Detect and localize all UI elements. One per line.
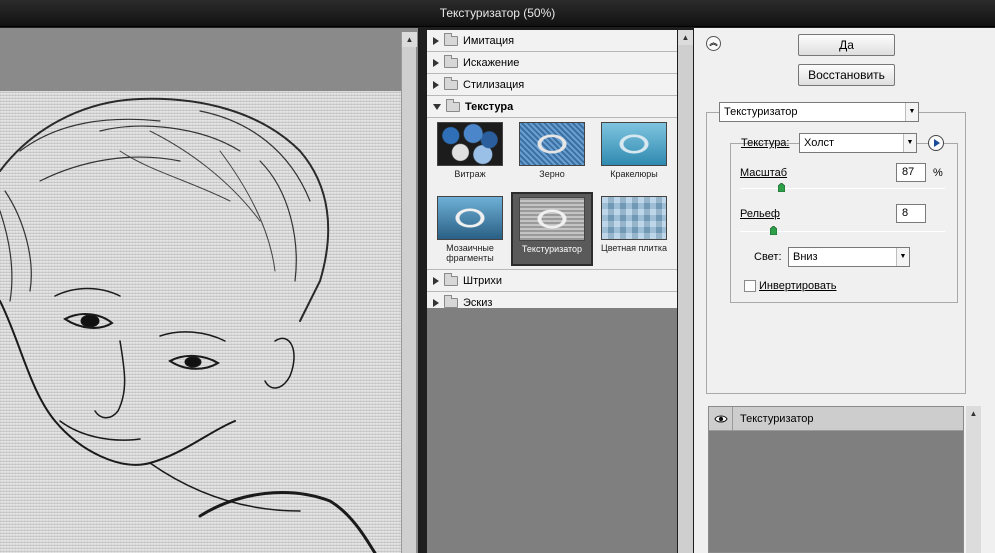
scale-input[interactable]: 87: [896, 163, 926, 182]
invert-label-text: Инвертировать: [759, 280, 837, 292]
thumb-mosaic-tiles[interactable]: Мозаичные фрагменты: [429, 196, 511, 266]
scroll-up-icon[interactable]: ▲: [402, 32, 417, 47]
texture-select-value: Холст: [804, 137, 835, 149]
folder-icon: [444, 32, 458, 46]
chevron-down-icon: ▼: [903, 134, 916, 152]
preview-pane[interactable]: ▲: [0, 28, 418, 553]
scale-slider-thumb[interactable]: [778, 183, 785, 192]
thumb-stained-glass[interactable]: Витраж: [429, 122, 511, 192]
category-label: Искажение: [463, 56, 520, 69]
craquelure-thumbnail: [601, 122, 667, 166]
thumb-label: Цветная плитка: [601, 243, 667, 253]
preview-image[interactable]: [0, 91, 401, 553]
category-distortion[interactable]: Искажение: [427, 52, 677, 74]
light-select-value: Вниз: [793, 251, 818, 263]
expand-triangle-icon: [433, 80, 439, 89]
category-label: Эскиз: [463, 296, 493, 309]
filter-gallery: Имитация Искажение Стилизация Текстура В…: [427, 28, 693, 553]
texturizer-thumbnail: [519, 197, 585, 241]
texture-select[interactable]: Холст ▼: [799, 133, 917, 153]
expand-triangle-icon: [433, 58, 439, 67]
thumb-label: Мозаичные фрагменты: [446, 243, 494, 263]
category-imitation[interactable]: Имитация: [427, 30, 677, 52]
gallery-scrollbar[interactable]: ▲: [678, 30, 693, 553]
category-label: Штрихи: [463, 274, 503, 287]
effect-layer-name: Текстуризатор: [740, 413, 814, 425]
texture-label: Текстура:: [741, 137, 790, 149]
effect-layers-panel: Текстуризатор: [708, 406, 964, 553]
texture-thumbnails: Витраж Зерно Кракелюры Мозаичные фрагмен…: [427, 118, 677, 270]
reset-button[interactable]: Восстановить: [798, 64, 895, 86]
invert-label: Инвертировать: [759, 280, 836, 292]
texture-menu-icon[interactable]: [928, 135, 944, 151]
relief-label: Рельеф: [740, 208, 780, 220]
scale-slider-track[interactable]: [740, 188, 945, 189]
relief-slider-thumb[interactable]: [769, 226, 777, 235]
chevron-down-icon: ▼: [905, 103, 918, 121]
expand-triangle-icon: [433, 298, 439, 307]
category-texture[interactable]: Текстура: [427, 96, 677, 118]
visibility-eye-icon: [713, 415, 728, 423]
grain-thumbnail: [519, 122, 585, 166]
folder-icon: [444, 272, 458, 286]
scale-unit: %: [933, 167, 943, 179]
expand-triangle-icon: [433, 36, 439, 45]
sketch-portrait: [0, 97, 377, 553]
thumb-label: Текстуризатор: [521, 244, 583, 254]
expand-triangle-icon: [433, 276, 439, 285]
folder-icon: [444, 76, 458, 90]
thumb-grain[interactable]: Зерно: [511, 122, 593, 192]
light-select[interactable]: Вниз ▼: [788, 247, 910, 267]
chevron-down-icon: ▼: [896, 248, 909, 266]
scroll-up-icon[interactable]: ▲: [678, 30, 693, 45]
collapse-triangle-icon: [433, 103, 441, 110]
category-label: Стилизация: [463, 78, 525, 91]
thumb-label: Кракелюры: [610, 169, 658, 179]
collapse-gallery-icon[interactable]: ︽: [706, 36, 721, 51]
folder-icon: [444, 54, 458, 68]
category-label: Текстура: [465, 100, 514, 113]
category-stylize[interactable]: Стилизация: [427, 74, 677, 96]
settings-panel: ︽ Да Восстановить Текстуризатор ▼ Тексту…: [694, 28, 995, 553]
gallery-empty-area: [427, 308, 677, 553]
window-title: Текстуризатор (50%): [0, 0, 995, 27]
patchwork-thumbnail: [601, 196, 667, 240]
scroll-up-icon[interactable]: ▲: [966, 406, 981, 421]
texture-label-text: Текстура:: [741, 137, 790, 149]
filter-select[interactable]: Текстуризатор ▼: [719, 102, 919, 122]
eye-icon[interactable]: [709, 407, 733, 430]
light-label: Свет:: [754, 251, 782, 263]
layers-scrollbar[interactable]: ▲: [966, 406, 981, 553]
thumb-label: Зерно: [539, 169, 565, 179]
effect-layer-row[interactable]: Текстуризатор: [709, 407, 963, 431]
thumb-patchwork[interactable]: Цветная плитка: [593, 196, 675, 266]
preview-scrollbar[interactable]: ▲: [401, 32, 417, 553]
folder-icon: [446, 98, 460, 112]
mosaic-tiles-thumbnail: [437, 196, 503, 240]
category-label: Имитация: [463, 34, 515, 47]
folder-icon: [444, 294, 458, 308]
thumb-craquelure[interactable]: Кракелюры: [593, 122, 675, 192]
thumb-label: Витраж: [454, 169, 486, 179]
relief-input[interactable]: 8: [896, 204, 926, 223]
thumb-texturizer[interactable]: Текстуризатор: [511, 192, 593, 266]
scale-label: Масштаб: [740, 167, 788, 179]
invert-checkbox[interactable]: [744, 280, 756, 292]
filter-list: Имитация Искажение Стилизация Текстура В…: [427, 30, 677, 553]
stained-glass-thumbnail: [437, 122, 503, 166]
filter-select-value: Текстуризатор: [724, 106, 798, 118]
category-strokes[interactable]: Штрихи: [427, 270, 677, 292]
ok-button[interactable]: Да: [798, 34, 895, 56]
